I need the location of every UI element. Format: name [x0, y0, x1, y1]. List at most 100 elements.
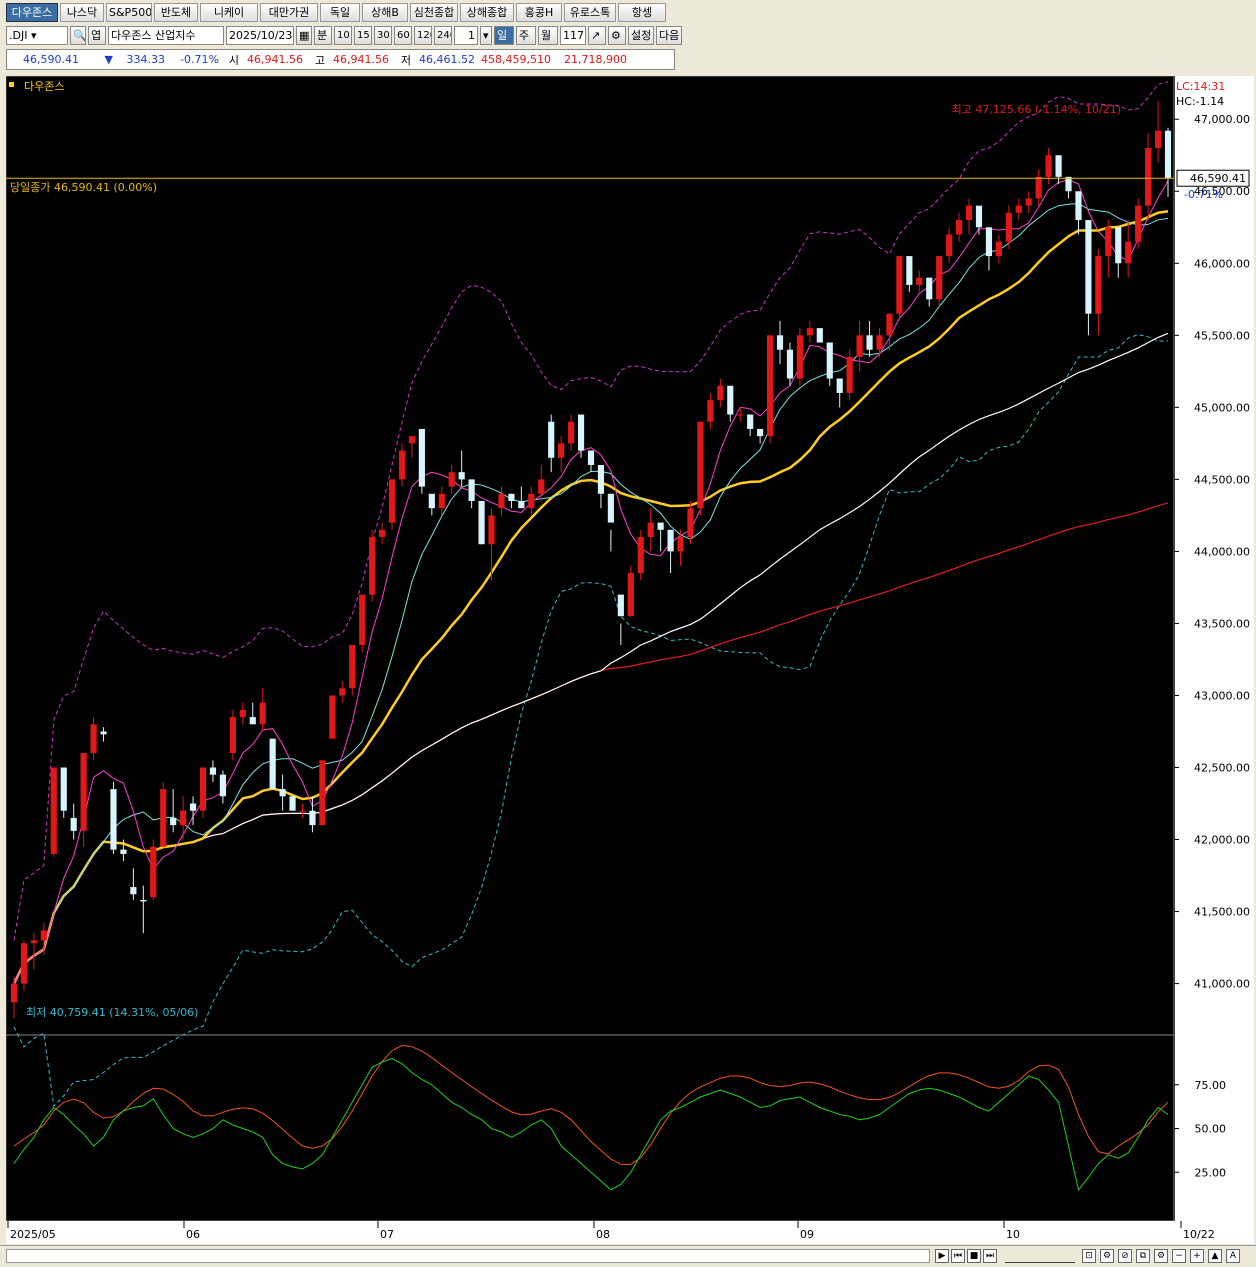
tab-11[interactable]: 유로스톡: [564, 3, 616, 22]
zoom-icon[interactable]: ⊡: [1082, 1249, 1096, 1263]
up-icon[interactable]: ▲: [1208, 1249, 1222, 1263]
candle-body: [1135, 205, 1142, 242]
tab-10[interactable]: 홍콩H: [516, 3, 562, 22]
tab-8[interactable]: 심천종합: [410, 3, 458, 22]
low-label: 저: [400, 53, 411, 67]
high-label: 고: [314, 53, 325, 67]
period-2[interactable]: 월: [538, 25, 558, 45]
candle-body: [110, 789, 117, 850]
candle-body: [40, 930, 47, 941]
date-field[interactable]: 2025/10/23: [226, 25, 294, 45]
candle-body: [369, 536, 376, 595]
minute-button[interactable]: 분: [314, 25, 332, 45]
minute-0[interactable]: 10: [334, 25, 352, 45]
settings-gear-icon[interactable]: ⚙: [1100, 1249, 1114, 1263]
period-1[interactable]: 주: [516, 25, 536, 45]
gear-icon[interactable]: ⚙: [608, 25, 626, 45]
candle-body: [309, 810, 316, 826]
code-input[interactable]: .DJI ▾: [6, 25, 68, 45]
tab-6[interactable]: 독일: [320, 3, 360, 22]
font-icon[interactable]: A: [1226, 1249, 1240, 1263]
down-arrow-icon: ▼: [104, 53, 113, 66]
candle-body: [408, 436, 416, 444]
minus-icon[interactable]: −: [1172, 1249, 1186, 1263]
next-button[interactable]: 다음: [656, 25, 682, 45]
quote-high: 46,941.56: [333, 53, 389, 66]
candle-body: [229, 717, 236, 754]
x-tick-label: 10/22: [1183, 1228, 1215, 1241]
tab-4[interactable]: 니케이: [200, 3, 258, 22]
candle-body: [359, 594, 366, 646]
bars-count[interactable]: 117: [560, 25, 586, 45]
quote-volume: 458,459,510: [481, 53, 551, 66]
tab-0[interactable]: 다우존스: [6, 3, 58, 22]
search-icon[interactable]: 🔍: [70, 25, 86, 45]
tab-7[interactable]: 상해B: [362, 3, 408, 22]
ud-button[interactable]: 엽: [88, 25, 106, 45]
candle-body: [299, 810, 306, 812]
tab-2[interactable]: S&P500: [106, 3, 152, 22]
yaxis-bg: [1175, 76, 1254, 1221]
x-tick-label: 08: [596, 1228, 610, 1241]
minute-5[interactable]: 240: [434, 25, 452, 45]
count-spin[interactable]: ▾: [480, 25, 492, 45]
candle-body: [548, 421, 555, 458]
candle-body: [776, 335, 784, 350]
tab-5[interactable]: 대만가권: [260, 3, 318, 22]
tab-1[interactable]: 나스닥: [60, 3, 104, 22]
candle-body: [219, 774, 226, 797]
count-input[interactable]: 1: [454, 25, 478, 45]
scroll-right-icon[interactable]: ▶: [935, 1249, 949, 1263]
minute-4[interactable]: 120: [414, 25, 432, 45]
plus-icon[interactable]: +: [1190, 1249, 1204, 1263]
period-0[interactable]: 일: [494, 25, 514, 45]
copy-icon[interactable]: ⧉: [1136, 1249, 1150, 1263]
candle-body: [140, 900, 147, 902]
minute-3[interactable]: 60: [394, 25, 412, 45]
zoom-slider[interactable]: [1005, 1249, 1075, 1263]
chart-scrollbar[interactable]: ▶ ⏮ ■ ⏭ ⊡ ⚙ ⊘ ⧉ ⚙ − + ▲ A: [0, 1245, 1256, 1267]
quote-open: 46,941.56: [247, 53, 303, 66]
minute-intervals: 10153060120240: [334, 25, 454, 45]
last-icon[interactable]: ⏭: [983, 1249, 997, 1263]
calendar-icon[interactable]: ▦: [296, 25, 312, 45]
candle-body: [1145, 148, 1152, 206]
candle-body: [707, 400, 714, 422]
candle-body: [468, 479, 475, 501]
price-chart[interactable]: 41,000.00 41,500.00 42,000.00 42,500.00 43,0…: [6, 76, 1254, 1244]
candle-body: [906, 256, 913, 285]
candle-body: [607, 493, 614, 523]
candle-body: [349, 645, 356, 689]
candle-body: [1025, 198, 1032, 206]
candle-body: [269, 738, 276, 790]
candle-body: [379, 529, 386, 537]
candle-body: [249, 717, 256, 725]
name-field[interactable]: 다우존스 산업지수: [108, 25, 224, 45]
candle-body: [876, 335, 883, 350]
settings2-icon[interactable]: ⚙: [1154, 1249, 1168, 1263]
tab-12[interactable]: 항셍: [618, 3, 666, 22]
y-tick-label: 43,000.00: [1194, 689, 1250, 702]
candle-body: [737, 414, 744, 416]
candle-body: [538, 479, 545, 494]
tab-3[interactable]: 반도체: [154, 3, 198, 22]
minute-1[interactable]: 15: [354, 25, 372, 45]
minute-2[interactable]: 30: [374, 25, 392, 45]
first-icon[interactable]: ⏮: [951, 1249, 965, 1263]
tab-9[interactable]: 상해종합: [460, 3, 514, 22]
stoch-tick-label: 50.00: [1195, 1123, 1227, 1136]
candle-body: [259, 702, 266, 725]
draw-icon[interactable]: ↗: [588, 25, 606, 45]
candle-body: [936, 256, 943, 300]
candle-body: [1055, 155, 1062, 177]
candle-body: [100, 731, 107, 735]
candle-body: [428, 493, 435, 509]
settings-button[interactable]: 설정: [628, 25, 654, 45]
scroll-track[interactable]: [6, 1249, 930, 1263]
candle-body: [90, 724, 97, 754]
link-icon[interactable]: ⊘: [1118, 1249, 1132, 1263]
stop-icon[interactable]: ■: [967, 1249, 981, 1263]
candle-body: [418, 428, 425, 487]
candle-body: [289, 796, 296, 811]
y-tick-label: 46,000.00: [1194, 257, 1250, 270]
